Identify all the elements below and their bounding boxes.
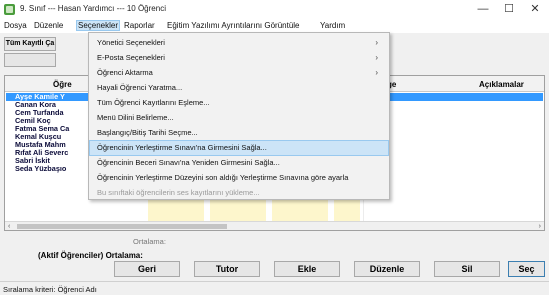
- edit-button-label: Düzenle: [369, 264, 405, 274]
- active-average-label: (Aktif Öğrenciler) Ortalama:: [38, 251, 143, 260]
- scroll-right-icon[interactable]: ›: [539, 222, 541, 231]
- menu-duzenle[interactable]: Düzenle: [34, 21, 63, 30]
- app-icon: [4, 4, 15, 15]
- select-button-bar[interactable]: Seç: [508, 261, 545, 277]
- menu-dosya[interactable]: Dosya: [4, 21, 27, 30]
- menu-item-label: Yönetici Seçenekleri: [97, 38, 165, 47]
- select-button-label: Seç: [518, 264, 535, 274]
- scroll-thumb[interactable]: [17, 224, 227, 229]
- chevron-right-icon: ›: [375, 68, 378, 77]
- menu-egitim-yazilimi[interactable]: Eğitim Yazılımı Ayrıntılarını Görüntüle: [167, 21, 300, 30]
- close-button[interactable]: ✕: [522, 1, 548, 18]
- maximize-button[interactable]: ☐: [496, 1, 522, 18]
- tutor-button-label: Tutor: [215, 264, 239, 274]
- options-dropdown: Yönetici Seçenekleri › E-Posta Seçenekle…: [88, 32, 390, 200]
- average-label: Ortalama:: [133, 237, 166, 246]
- menu-bar: Dosya Düzenle Seçenekler Raporlar Eğitim…: [0, 19, 549, 33]
- chevron-right-icon: ›: [375, 38, 378, 47]
- menu-item-menu-language[interactable]: Menü Dilini Belirleme...: [90, 111, 388, 125]
- menu-yardim[interactable]: Yardım: [320, 21, 345, 30]
- all-records-button[interactable]: Tüm Kayıtlı Ça: [4, 37, 56, 51]
- menu-item-set-placement-level[interactable]: Öğrencinin Yerleştirme Düzeyini son aldı…: [90, 171, 388, 185]
- menu-item-skills-retest[interactable]: Öğrencinin Beceri Sınavı'na Yeniden Girm…: [90, 156, 388, 170]
- delete-button[interactable]: Sil: [434, 261, 500, 277]
- menu-item-student-transfer[interactable]: Öğrenci Aktarma ›: [90, 66, 388, 80]
- title-bar: 9. Sınıf --- Hasan Yardımcı --- 10 Öğren…: [0, 0, 549, 19]
- menu-secenekler[interactable]: Seçenekler: [75, 20, 121, 31]
- scroll-left-icon[interactable]: ‹: [8, 222, 10, 231]
- back-button-bar[interactable]: Geri: [114, 261, 180, 277]
- edit-button-bar[interactable]: Düzenle: [354, 261, 420, 277]
- horizontal-scrollbar[interactable]: ‹ ›: [5, 221, 544, 230]
- chevron-right-icon: ›: [375, 53, 378, 62]
- menu-item-label: E-Posta Seçenekleri: [97, 53, 165, 62]
- menu-item-email-options[interactable]: E-Posta Seçenekleri ›: [90, 51, 388, 65]
- menu-item-label: Öğrenci Aktarma: [97, 68, 153, 77]
- menu-item-upload-audio: Bu sınıftaki öğrencilerin ses kayıtların…: [97, 188, 260, 197]
- window-title: 9. Sınıf --- Hasan Yardımcı --- 10 Öğren…: [20, 4, 166, 13]
- sort-criteria: Sıralama kriteri: Öğrenci Adı: [3, 285, 97, 294]
- menu-item-sync-records[interactable]: Tüm Öğrenci Kayıtlarını Eşleme...: [90, 96, 388, 110]
- header-student[interactable]: Öğre: [53, 80, 72, 89]
- back-button-label: Geri: [137, 264, 156, 274]
- menu-raporlar[interactable]: Raporlar: [124, 21, 155, 30]
- menu-item-admin-options[interactable]: Yönetici Seçenekleri ›: [90, 36, 388, 50]
- menu-item-create-dummy-student[interactable]: Hayali Öğrenci Yaratma...: [90, 81, 388, 95]
- minimize-button[interactable]: —: [470, 1, 496, 18]
- filter-box[interactable]: [4, 53, 56, 67]
- header-notes[interactable]: Açıklamalar: [479, 80, 524, 89]
- student-list: Ayşe Kamile Y Canan Kora Cem Turfanda Ce…: [15, 93, 70, 173]
- list-item[interactable]: Seda Yüzbaşıo: [15, 165, 69, 173]
- tutor-button-bar[interactable]: Tutor: [194, 261, 260, 277]
- add-button-label: Ekle: [297, 264, 317, 274]
- status-bar: Sıralama kriteri: Öğrenci Adı: [0, 281, 549, 295]
- add-button-bar[interactable]: Ekle: [274, 261, 340, 277]
- menu-item-placement-test[interactable]: Öğrencinin Yerleştirme Sınavı'na Girmesi…: [89, 140, 389, 156]
- menu-item-date-range[interactable]: Başlangıç/Bitiş Tarihi Seçme...: [90, 126, 388, 140]
